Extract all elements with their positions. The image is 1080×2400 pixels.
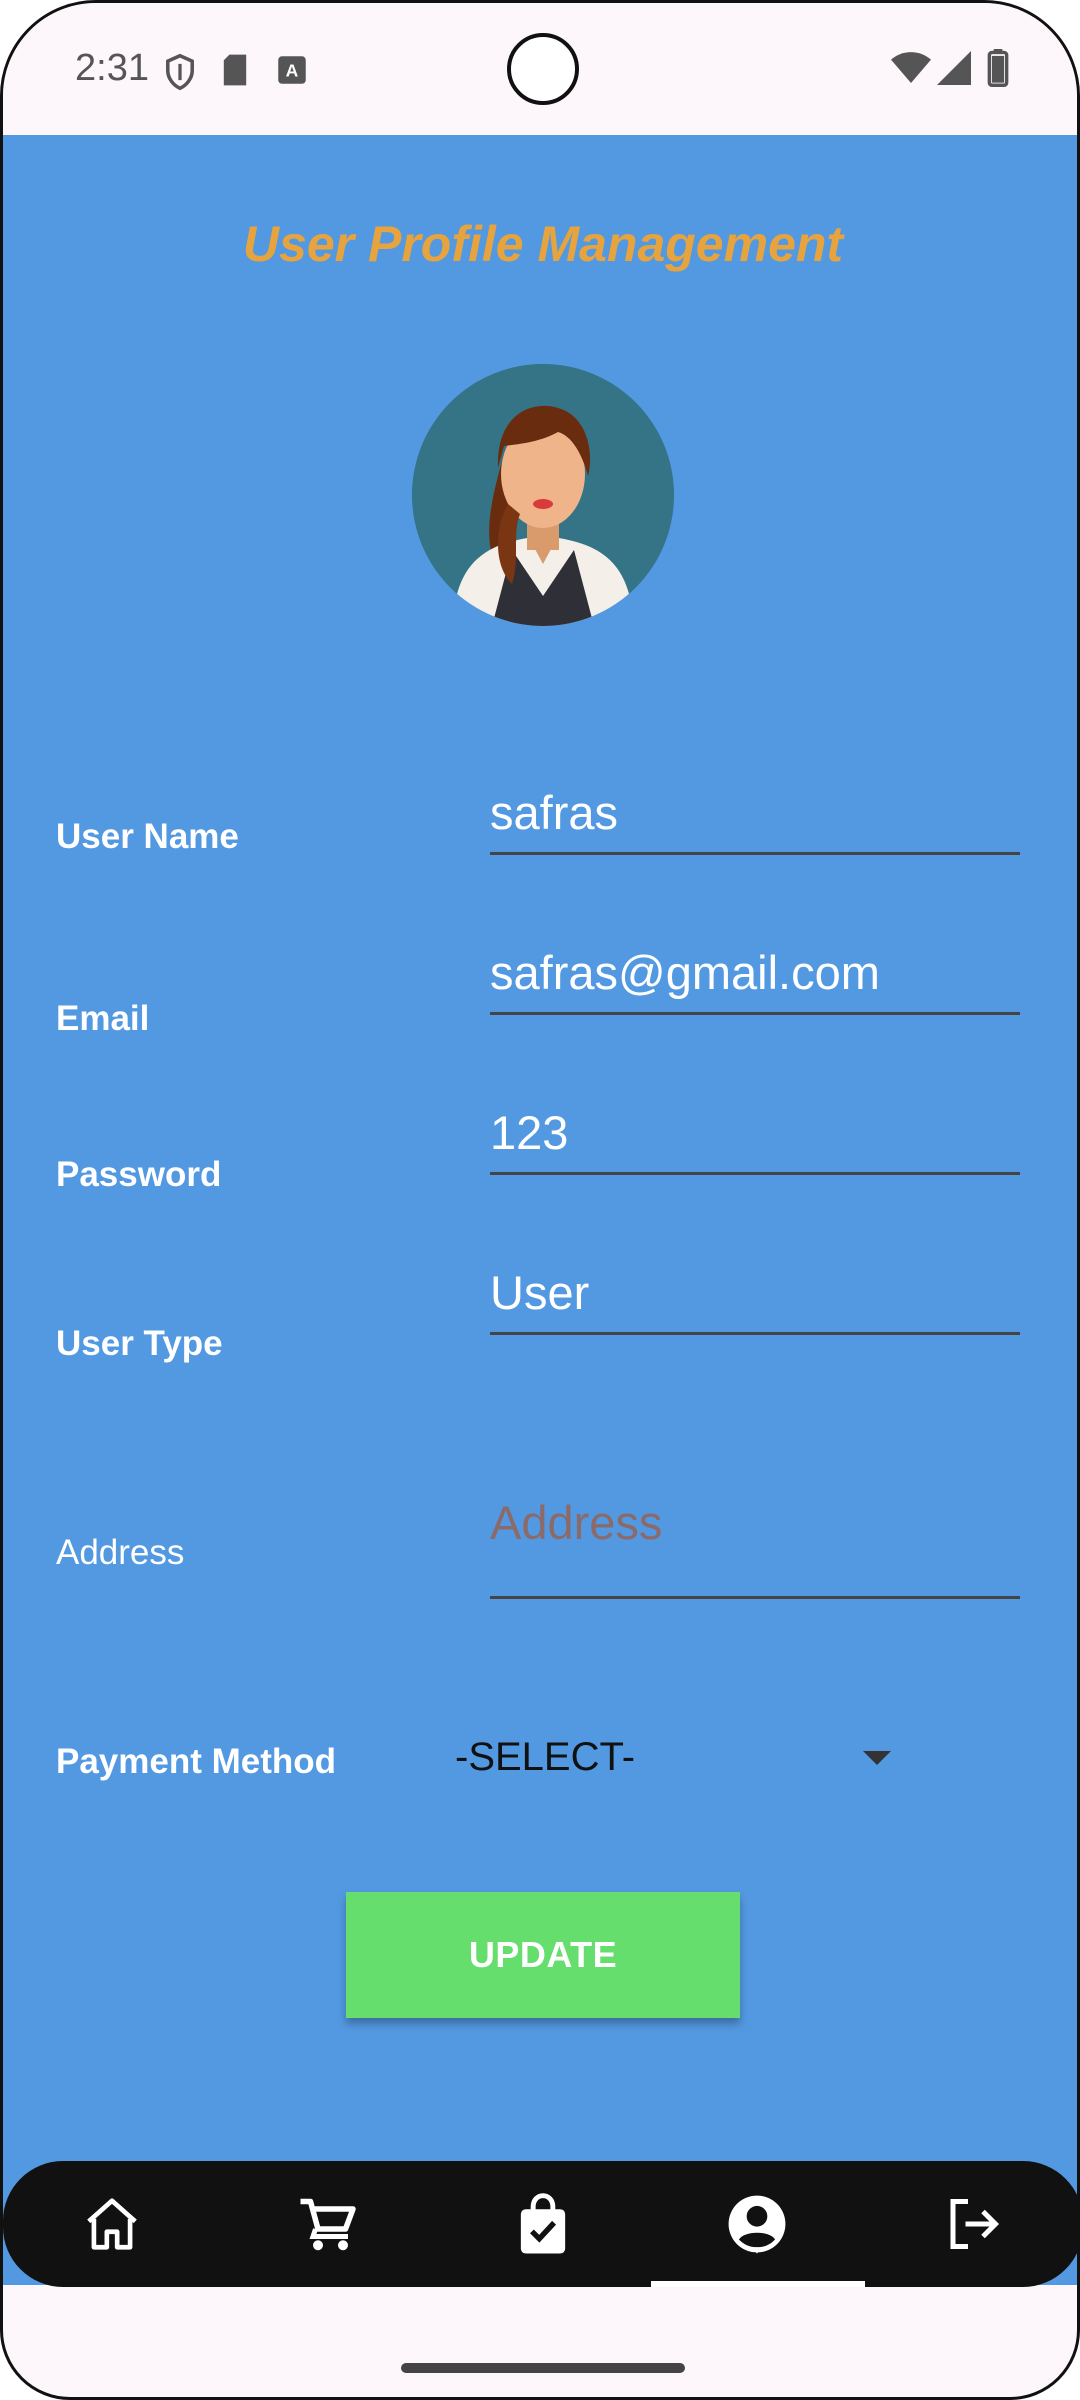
cellular-signal-icon (937, 51, 971, 90)
battery-icon (987, 49, 1009, 92)
nav-orders-button[interactable] (508, 2189, 578, 2259)
nav-logout-button[interactable] (938, 2189, 1008, 2259)
logout-icon (950, 2199, 1000, 2249)
phone-screen: 2:31 A User Profile Management User Name… (0, 0, 1080, 2400)
address-input[interactable] (490, 1493, 1020, 1599)
cart-icon (300, 2198, 356, 2251)
bottom-navigation (3, 2161, 1077, 2287)
user-avatar[interactable] (412, 364, 674, 626)
user-type-label: User Type (56, 1324, 223, 1363)
payment-method-selected: -SELECT- (455, 1735, 636, 1779)
text-a-icon: A (277, 55, 307, 90)
status-time: 2:31 (75, 47, 149, 89)
profile-screen: User Profile Management User Name safras… (3, 135, 1077, 2285)
sd-card-icon (221, 53, 249, 92)
shield-icon (163, 53, 197, 96)
front-camera (507, 33, 579, 105)
nav-profile-button[interactable] (722, 2189, 792, 2259)
dropdown-arrow-icon (863, 1751, 891, 1765)
update-button[interactable]: UPDATE (346, 1892, 740, 2018)
active-tab-indicator (651, 2281, 865, 2287)
page-title: User Profile Management (242, 216, 844, 272)
svg-text:A: A (286, 60, 299, 80)
username-label: User Name (56, 817, 239, 856)
nav-cart-button[interactable] (293, 2189, 363, 2259)
password-label: Password (56, 1155, 222, 1194)
password-input[interactable] (490, 1103, 1020, 1175)
address-label: Address (56, 1533, 185, 1572)
home-icon (87, 2198, 137, 2250)
email-label: Email (56, 999, 150, 1038)
user-type-input[interactable] (490, 1263, 1020, 1335)
gesture-home-indicator[interactable] (401, 2363, 685, 2373)
status-bar: 2:31 A (3, 3, 1077, 135)
username-input[interactable] (490, 783, 1020, 855)
payment-method-label: Payment Method (56, 1742, 337, 1781)
account-circle-icon (728, 2195, 786, 2254)
email-input[interactable] (490, 943, 1020, 1015)
nav-home-button[interactable] (77, 2189, 147, 2259)
female-avatar-illustration (412, 364, 674, 626)
shopping-bag-check-icon (520, 2193, 566, 2254)
wifi-icon (891, 51, 931, 90)
